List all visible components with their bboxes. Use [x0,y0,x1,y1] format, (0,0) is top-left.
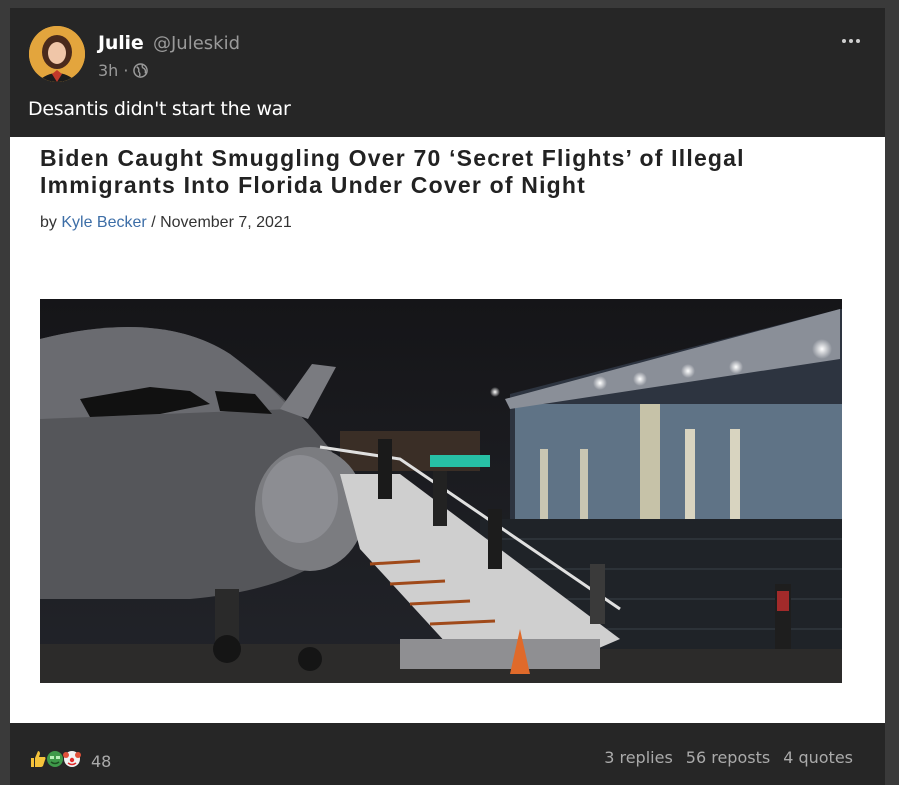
byline-by: by [40,214,57,231]
clown-face-icon [62,749,82,773]
more-dot-icon [849,39,853,43]
more-options-button[interactable] [842,34,864,48]
more-dot-icon [856,39,860,43]
post-footer: 48 3 replies 56 reposts 4 quotes [10,723,885,785]
reposts-link[interactable]: 56 reposts [686,748,770,767]
post-meta: 3h · [98,61,149,80]
post-card: Julie @Juleskid 3h · Desantis didn't sta… [10,8,885,785]
article-date: November 7, 2021 [160,214,292,231]
reactions-count: 48 [91,751,112,771]
reactions-summary[interactable]: 48 [28,749,111,773]
post-time[interactable]: 3h [98,61,118,80]
quotes-link[interactable]: 4 quotes [783,748,853,767]
more-dot-icon [842,39,846,43]
user-handle[interactable]: @Juleskid [153,33,240,54]
replies-link[interactable]: 3 replies [604,748,673,767]
avatar[interactable] [29,26,85,82]
globe-icon [133,63,149,78]
meta-separator: · [123,61,129,80]
byline-slash: / [151,214,156,231]
airplane-night-photo [40,299,842,683]
author-link[interactable]: Kyle Becker [61,214,146,231]
article-byline: by Kyle Becker / November 7, 2021 [40,214,292,232]
article-screenshot[interactable]: Biden Caught Smuggling Over 70 ‘Secret F… [10,137,885,723]
post-text: Desantis didn't start the war [28,98,291,120]
post-stats: 3 replies 56 reposts 4 quotes [604,748,853,767]
article-headline: Biden Caught Smuggling Over 70 ‘Secret F… [40,145,745,198]
display-name[interactable]: Julie [98,32,144,54]
avatar-portrait [29,26,85,82]
article-photo [40,299,842,683]
